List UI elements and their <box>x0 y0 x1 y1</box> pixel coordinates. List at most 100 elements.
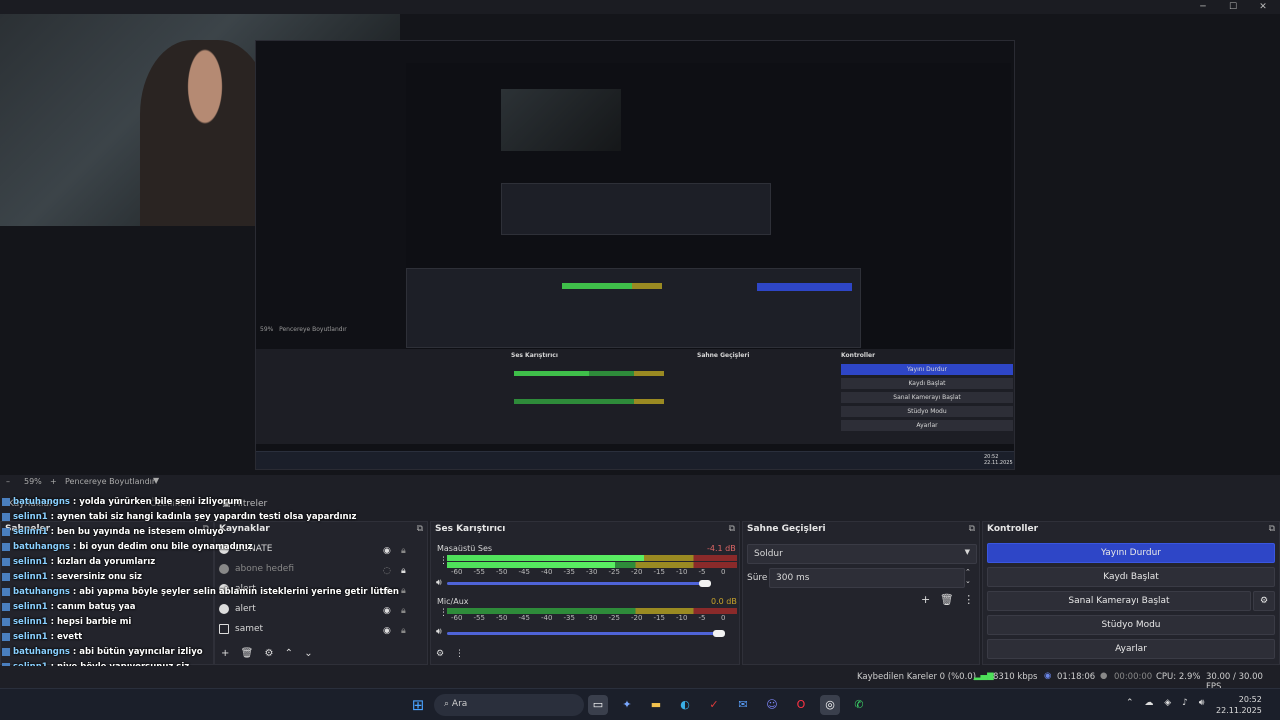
fit-to-window-button[interactable]: Pencereye Boyutlandır <box>65 477 155 486</box>
opera-icon[interactable]: O <box>791 695 811 715</box>
platform-icon <box>2 572 10 581</box>
tick-label: -50 <box>496 568 508 576</box>
chat-separator: : <box>47 557 57 567</box>
tick-label: -30 <box>586 614 598 622</box>
nested-stop-button <box>757 283 852 291</box>
undock-icon[interactable]: ⧉ <box>417 524 423 534</box>
desktop-meter <box>447 555 737 569</box>
virtual-camera-button[interactable]: Sanal Kamerayı Başlat <box>987 591 1251 611</box>
duration-input[interactable]: 300 ms <box>769 568 965 588</box>
undock-icon[interactable]: ⧉ <box>969 524 975 534</box>
chat-separator: : <box>69 587 80 597</box>
chat-text: ben bu yayında ne istesem olmuyo <box>57 527 224 537</box>
volume-icon[interactable]: 🔊︎ <box>1199 698 1205 708</box>
transition-selected: Soldur <box>754 549 783 559</box>
clock[interactable]: 20:52 22.11.2025 <box>1216 694 1262 716</box>
transitions-dock: Sahne Geçişleri ⧉ Soldur ▼ Süre 300 ms ⌃ ⌄… <box>742 521 980 665</box>
speaker-icon[interactable]: 🔊︎ <box>436 627 442 637</box>
clock-date: 22.11.2025 <box>1216 706 1262 715</box>
minimize-button[interactable]: ─ <box>1188 0 1218 14</box>
transitions-dock-header: Sahne Geçişleri ⧉ <box>743 522 979 538</box>
lock-icon[interactable]: 🔒︎ <box>401 546 406 556</box>
chat-message: selinn1 : ben bu yayında ne istesem olmu… <box>2 527 224 541</box>
maximize-button[interactable]: ☐ <box>1218 0 1248 14</box>
edge-browser-icon[interactable]: ◐ <box>675 695 695 715</box>
chat-separator: : <box>47 512 57 522</box>
preview-canvas[interactable]: S 59% Pencereye Boyutlandır Ses Karıştır… <box>0 0 1280 475</box>
search-icon: ⌕ <box>444 699 452 709</box>
tick-label: -60 <box>451 614 463 622</box>
platform-icon <box>2 647 10 656</box>
add-icon[interactable]: + <box>921 593 930 606</box>
transition-select[interactable]: Soldur ▼ <box>747 544 977 564</box>
stop-stream-button[interactable]: Yayını Durdur <box>987 543 1275 563</box>
controls-title: Kontroller <box>987 524 1039 534</box>
chat-username: batuhangns <box>13 647 70 657</box>
copilot-icon[interactable]: ✦ <box>617 695 637 715</box>
undock-icon[interactable]: ⧉ <box>729 524 735 534</box>
chat-username: selinn1 <box>13 557 48 567</box>
network-icon[interactable]: ◈ <box>1164 698 1171 708</box>
trash-icon[interactable]: 🗑︎ <box>940 593 954 606</box>
kebab-icon[interactable]: ⋮ <box>455 649 464 659</box>
undock-icon[interactable]: ⧉ <box>1269 524 1275 534</box>
task-view-icon[interactable]: ▭ <box>588 695 608 715</box>
chat-username: selinn1 <box>13 617 48 627</box>
app-red-icon[interactable]: ✓ <box>704 695 724 715</box>
obs-icon[interactable]: ◎ <box>820 695 840 715</box>
duration-stepper[interactable]: ⌃ ⌄ <box>965 568 971 586</box>
audio-mixer-dock: Ses Karıştırıcı ⧉ Masaüstü Ses -4.1 dB ⋮ … <box>430 521 740 665</box>
chat-separator: : <box>69 497 80 507</box>
eye-icon[interactable]: ◉ <box>383 626 391 636</box>
search-box[interactable]: ⌕ Ara <box>434 694 584 716</box>
zoom-out-button[interactable]: – <box>6 477 10 486</box>
chevron-down-icon: ▼ <box>964 548 970 556</box>
lock-icon[interactable]: 🔒︎ <box>401 606 406 616</box>
cloud-icon[interactable]: ☁ <box>1144 698 1153 708</box>
mail-icon[interactable]: ✉ <box>733 695 753 715</box>
chat-text: kızları da yorumlarız <box>57 557 156 567</box>
platform-icon <box>2 632 10 641</box>
streamer-image <box>140 40 270 226</box>
windows-start-icon[interactable]: ⊞ <box>408 695 428 715</box>
tick-label: -15 <box>653 568 665 576</box>
mixer-title: Ses Karıştırıcı <box>435 524 506 534</box>
desktop-volume-slider[interactable] <box>447 582 705 585</box>
virtual-camera-settings-button[interactable]: ⚙ <box>1253 591 1275 611</box>
microphone-icon[interactable]: ♪ <box>1182 698 1188 708</box>
mic-volume-slider[interactable] <box>447 632 721 635</box>
close-button[interactable]: ✕ <box>1248 0 1278 14</box>
lock-icon[interactable]: 🔒︎ <box>401 566 406 576</box>
lock-icon[interactable]: 🔒︎ <box>401 626 406 636</box>
nested-obs-level1 <box>406 268 861 348</box>
inner-zoom-bar: 59% Pencereye Boyutlandır <box>260 326 347 333</box>
nested-obs-window: 59% Pencereye Boyutlandır Ses Karıştırıc… <box>255 40 1015 470</box>
start-recording-button[interactable]: Kaydı Başlat <box>987 567 1275 587</box>
duration-value: 300 ms <box>776 573 810 583</box>
zoom-in-button[interactable]: + <box>50 477 57 486</box>
kebab-icon[interactable]: ⋮ <box>963 593 974 606</box>
tick-label: -35 <box>563 568 575 576</box>
nested-obs-level2 <box>501 183 771 235</box>
desktop-volume-handle[interactable] <box>698 580 711 587</box>
chat-username: batuhangns <box>13 587 70 597</box>
gear-icon[interactable]: ⚙ <box>436 649 444 659</box>
chat-separator: : <box>69 647 80 657</box>
eye-hidden-icon[interactable]: ◌ <box>383 566 391 576</box>
discord-icon[interactable]: ☺ <box>762 695 782 715</box>
inner-settings: Ayarlar <box>841 420 1013 431</box>
lock-icon[interactable]: 🔒︎ <box>401 586 406 596</box>
whatsapp-icon[interactable]: ✆ <box>849 695 869 715</box>
eye-icon[interactable]: ◉ <box>383 606 391 616</box>
settings-button[interactable]: Ayarlar <box>987 639 1275 659</box>
file-explorer-icon[interactable]: ▬ <box>646 695 666 715</box>
chat-separator: : <box>47 602 57 612</box>
mic-volume-handle[interactable] <box>713 630 725 637</box>
chevron-up-icon[interactable]: ⌃ <box>1126 698 1134 708</box>
eye-icon[interactable]: ◉ <box>383 546 391 556</box>
nested-scene <box>406 63 1011 353</box>
studio-mode-button[interactable]: Stüdyo Modu <box>987 615 1275 635</box>
speaker-icon[interactable]: 🔊︎ <box>436 578 442 588</box>
chevron-down-icon[interactable]: ▼ <box>153 476 159 485</box>
tick-label: -60 <box>451 568 463 576</box>
